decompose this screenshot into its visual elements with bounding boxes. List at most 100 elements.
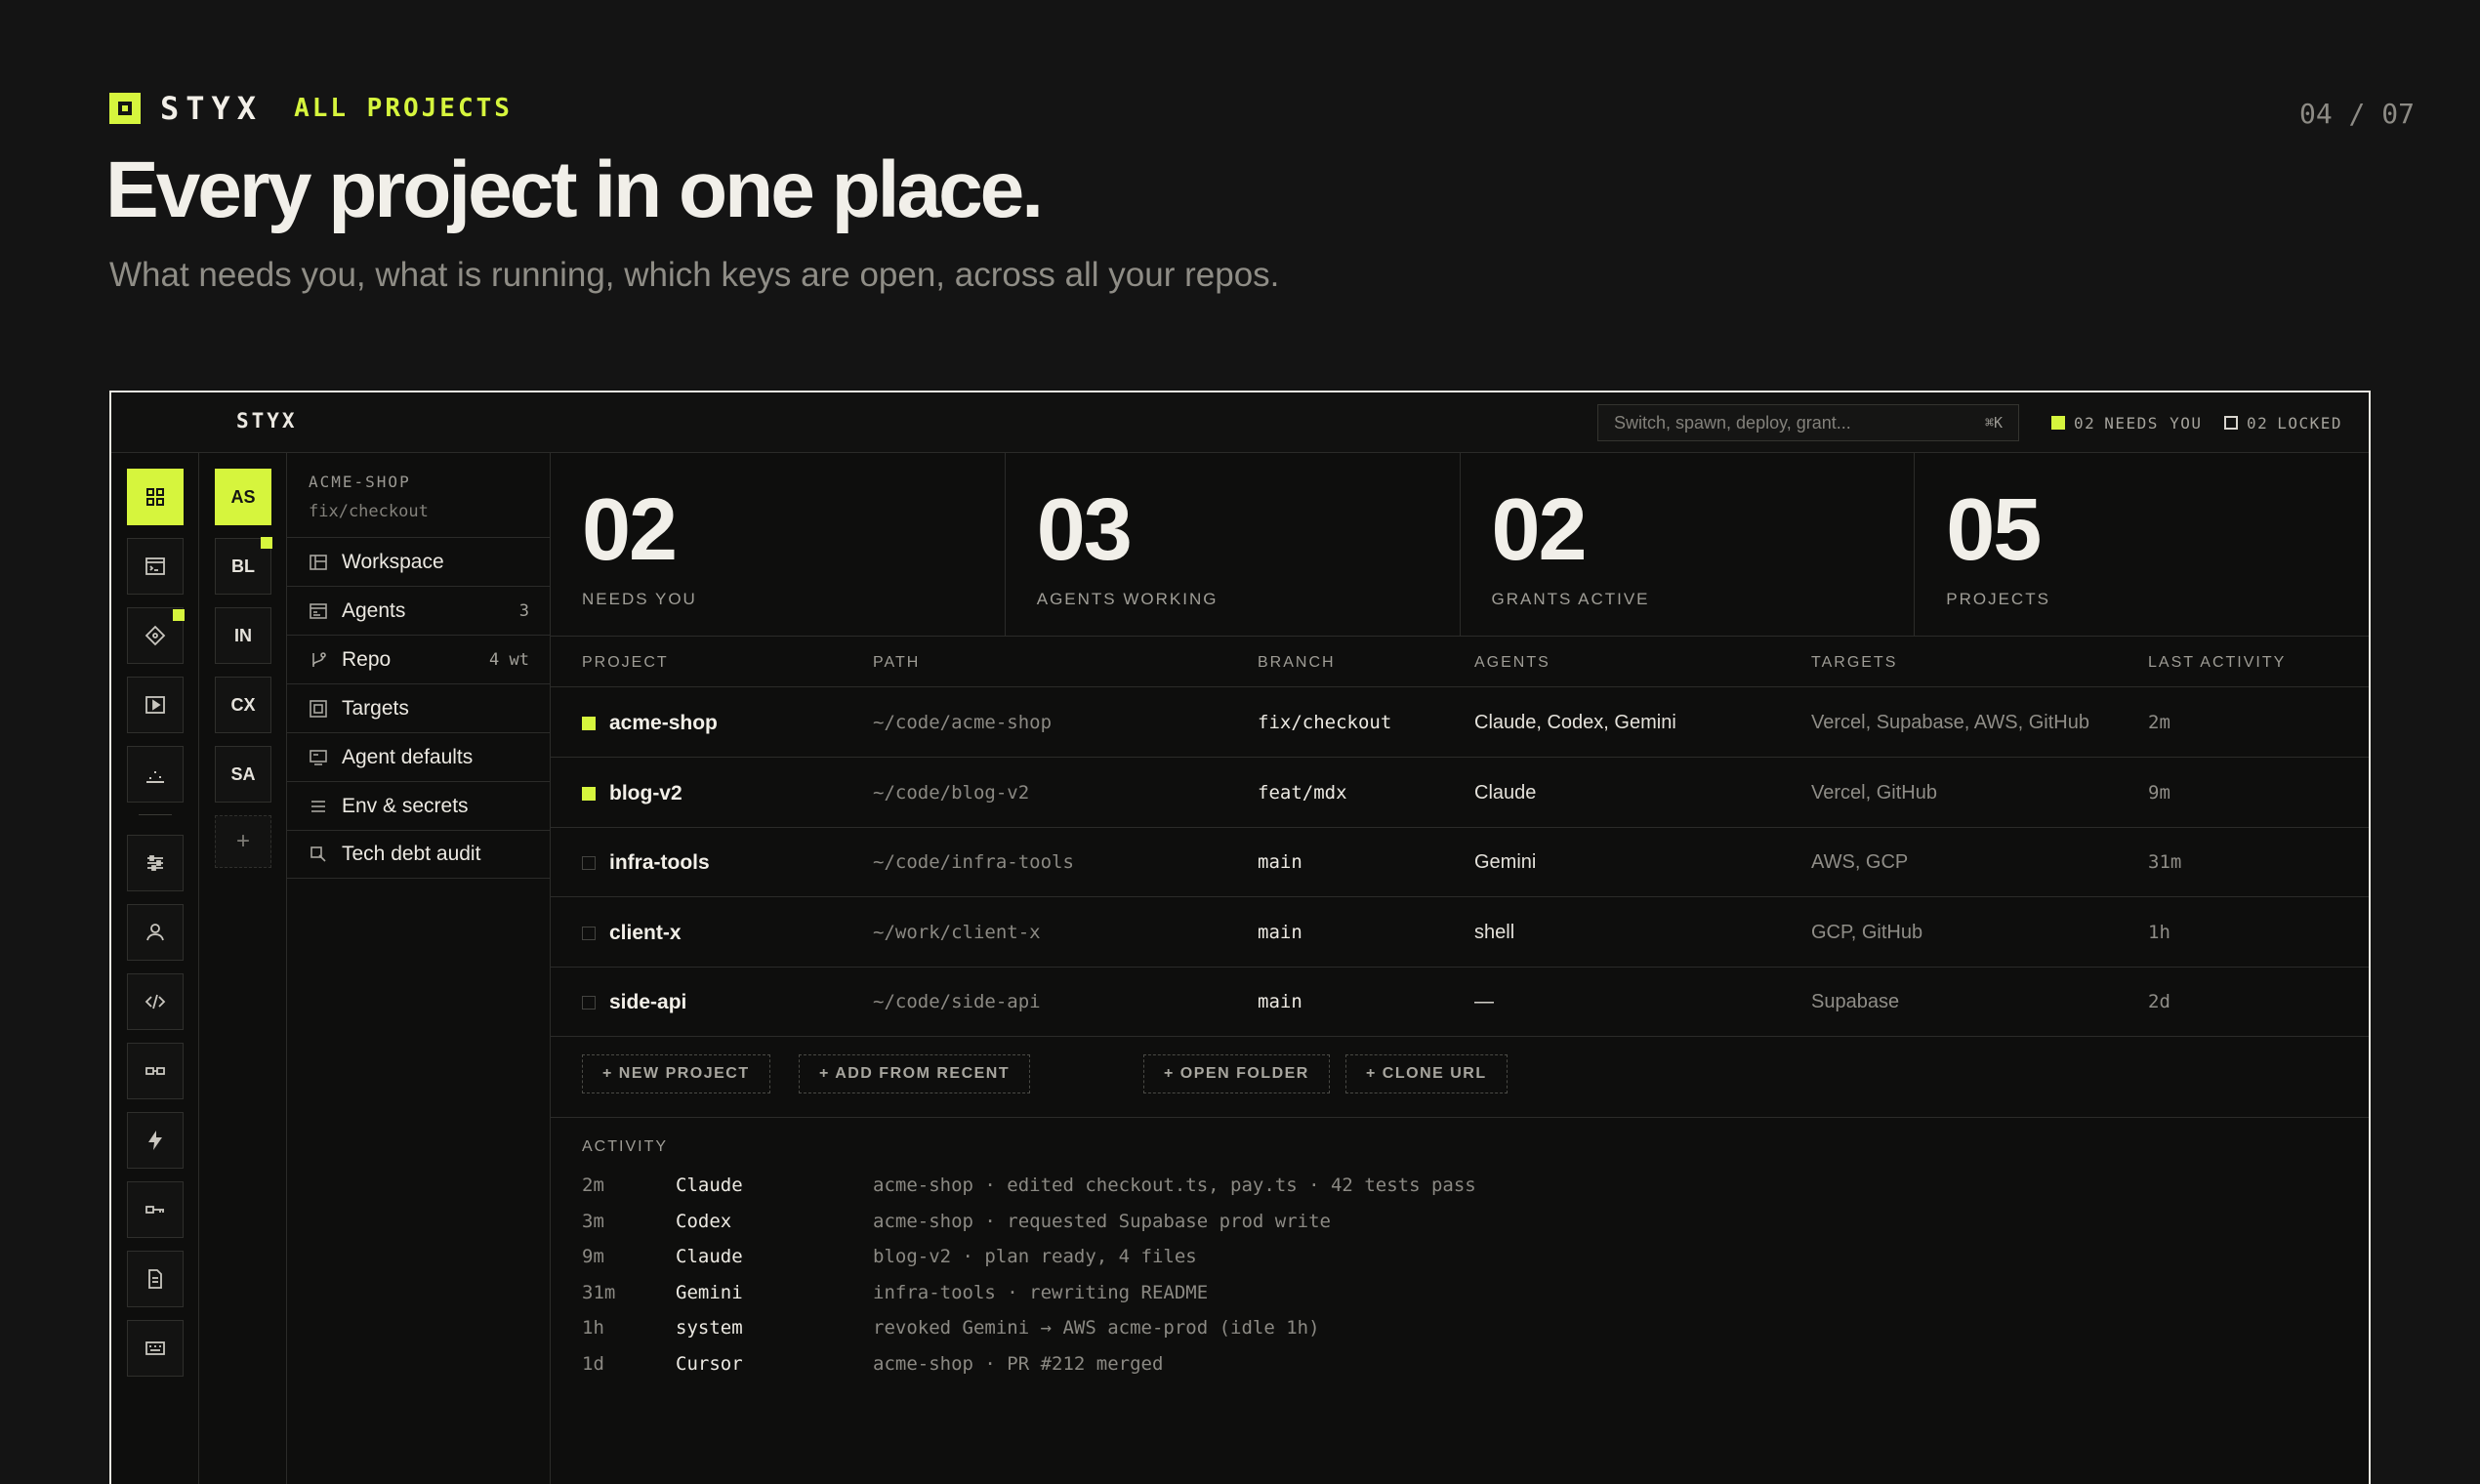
table-row[interactable]: blog-v2 ~/code/blog-v2 feat/mdx Claude Verce… — [551, 759, 2369, 828]
link-icon[interactable] — [127, 1043, 184, 1099]
nav-item-label: Tech debt audit — [342, 843, 481, 865]
column-header-last-activity[interactable]: LAST ACTIVITY — [2148, 654, 2286, 672]
activity-who: Cursor — [676, 1352, 743, 1375]
app-brand: STYX — [236, 409, 298, 433]
locked-status[interactable]: 02 LOCKED — [2224, 392, 2342, 453]
nav-item-repo[interactable]: Repo 4 wt — [287, 635, 551, 683]
nav-item-targets[interactable]: Targets — [287, 683, 551, 732]
stat-value: 05 — [1946, 481, 2042, 579]
project-switch-cx[interactable]: CX — [215, 677, 271, 733]
table-row[interactable]: acme-shop ~/code/acme-shop fix/checkout Cla… — [551, 688, 2369, 758]
cell-name: infra-tools — [609, 851, 710, 874]
nav-item-label: Agents — [342, 598, 406, 622]
play-icon[interactable] — [127, 677, 184, 733]
table-row[interactable]: side-api ~/code/side-api main — Supabase 2d — [551, 968, 2369, 1037]
code-icon[interactable] — [127, 973, 184, 1030]
user-icon[interactable] — [127, 904, 184, 961]
nav-item-count: 4 wt — [489, 649, 529, 670]
open-folder-button[interactable]: + OPEN FOLDER — [1143, 1054, 1330, 1093]
cell-path: ~/work/client-x — [873, 921, 1041, 943]
layout-icon — [310, 554, 327, 570]
nav-item-workspace[interactable]: Workspace — [287, 537, 551, 586]
project-switch-as[interactable]: AS — [215, 469, 271, 525]
stat-needs-you[interactable]: 02 NEEDS YOU — [551, 453, 1006, 636]
activity-time: 3m — [582, 1210, 604, 1232]
project-switch-label: BL — [231, 556, 255, 576]
stat-agents-working[interactable]: 03 AGENTS WORKING — [1006, 453, 1461, 636]
needs-you-square-icon — [2051, 416, 2065, 430]
cell-name: blog-v2 — [609, 781, 682, 804]
nav-item-label: Env & secrets — [342, 794, 469, 817]
document-icon[interactable] — [127, 1251, 184, 1307]
terminal-window-icon[interactable] — [127, 538, 184, 595]
command-search-input[interactable]: Switch, spawn, deploy, grant... ⌘K — [1597, 404, 2019, 441]
nav-item-agents[interactable]: Agents 3 — [287, 586, 551, 635]
page-indicator: 04 / 07 — [2298, 98, 2415, 130]
project-switcher: AS BL IN CX SA + — [199, 453, 287, 1484]
locked-count: 02 — [2247, 413, 2269, 433]
activity-time: 1h — [582, 1317, 604, 1339]
clone-url-button[interactable]: + CLONE URL — [1345, 1054, 1508, 1093]
nav-item-label: Workspace — [342, 550, 444, 573]
cell-branch: main — [1258, 851, 1302, 873]
stat-grants-active[interactable]: 02 GRANTS ACTIVE — [1461, 453, 1916, 636]
cell-name: side-api — [609, 991, 687, 1013]
activity-who: Claude — [676, 1175, 743, 1196]
nav-item-agent-defaults[interactable]: Agent defaults — [287, 732, 551, 781]
column-header-project[interactable]: PROJECT — [582, 654, 669, 672]
new-project-button[interactable]: + NEW PROJECT — [582, 1054, 770, 1093]
monitor-icon — [310, 749, 327, 765]
nav-item-label: Repo — [342, 647, 392, 671]
attention-square-icon — [582, 786, 596, 801]
notification-dot — [261, 537, 272, 549]
slide-brand: STYX ALL PROJECTS — [109, 90, 513, 127]
project-switch-sa[interactable]: SA — [215, 746, 271, 803]
stat-label: PROJECTS — [1946, 590, 2050, 608]
activity-time: 9m — [582, 1246, 604, 1267]
add-from-recent-button[interactable]: + ADD FROM RECENT — [799, 1054, 1031, 1093]
cell-branch: feat/mdx — [1258, 781, 1347, 804]
terminal-window-icon — [310, 602, 327, 619]
stat-label: GRANTS ACTIVE — [1491, 590, 1650, 608]
slide: STYX ALL PROJECTS 04 / 07 Every project … — [0, 0, 2480, 1484]
needs-you-status[interactable]: 02 NEEDS YOU — [2051, 392, 2202, 453]
cell-last: 31m — [2148, 851, 2182, 873]
project-nav: ACME-SHOP fix/checkout Workspace Agents … — [287, 453, 551, 1484]
stat-projects[interactable]: 05 PROJECTS — [1915, 453, 2369, 636]
bolt-icon[interactable] — [127, 1112, 184, 1169]
key-icon[interactable] — [127, 1181, 184, 1238]
project-actions: + NEW PROJECT + ADD FROM RECENT + OPEN F… — [551, 1034, 2369, 1118]
cell-agents: Gemini — [1474, 851, 1537, 873]
grid-icon[interactable] — [127, 469, 184, 525]
stat-label: NEEDS YOU — [582, 590, 697, 608]
cell-targets: GCP, GitHub — [1811, 921, 1923, 943]
search-shortcut: ⌘K — [1984, 414, 2003, 432]
stat-label: AGENTS WORKING — [1036, 590, 1219, 608]
column-header-branch[interactable]: BRANCH — [1258, 654, 1336, 672]
activity-time: 31m — [582, 1281, 616, 1303]
column-header-path[interactable]: PATH — [873, 654, 920, 672]
table-row[interactable]: infra-tools ~/code/infra-tools main Gemini A… — [551, 828, 2369, 897]
diamond-icon[interactable] — [127, 607, 185, 664]
table-row[interactable]: client-x ~/work/client-x main shell GCP, Git… — [551, 898, 2369, 968]
column-header-agents[interactable]: AGENTS — [1474, 654, 1550, 672]
cell-agents: Claude, Codex, Gemini — [1474, 712, 1676, 733]
activity-time: 1d — [582, 1352, 604, 1375]
target-icon — [310, 699, 327, 718]
nav-item-env-secrets[interactable]: Env & secrets — [287, 781, 551, 830]
project-switch-bl[interactable]: BL — [215, 537, 272, 595]
sliders-icon[interactable] — [127, 835, 184, 891]
activity-time: 2m — [582, 1175, 604, 1196]
chart-icon[interactable] — [127, 746, 184, 803]
add-project-button[interactable]: + — [215, 815, 271, 868]
column-header-targets[interactable]: TARGETS — [1811, 654, 1897, 672]
project-switch-in[interactable]: IN — [215, 607, 271, 664]
nav-item-tech-debt-audit[interactable]: Tech debt audit — [287, 830, 551, 879]
cell-targets: Supabase — [1811, 991, 1900, 1012]
cell-targets: Vercel, Supabase, AWS, GitHub — [1811, 712, 2089, 733]
brand-name: STYX — [160, 90, 264, 127]
stat-value: 03 — [1036, 481, 1133, 579]
keyboard-icon[interactable] — [127, 1320, 184, 1377]
cell-branch: fix/checkout — [1258, 712, 1392, 733]
idle-square-icon — [582, 856, 596, 870]
